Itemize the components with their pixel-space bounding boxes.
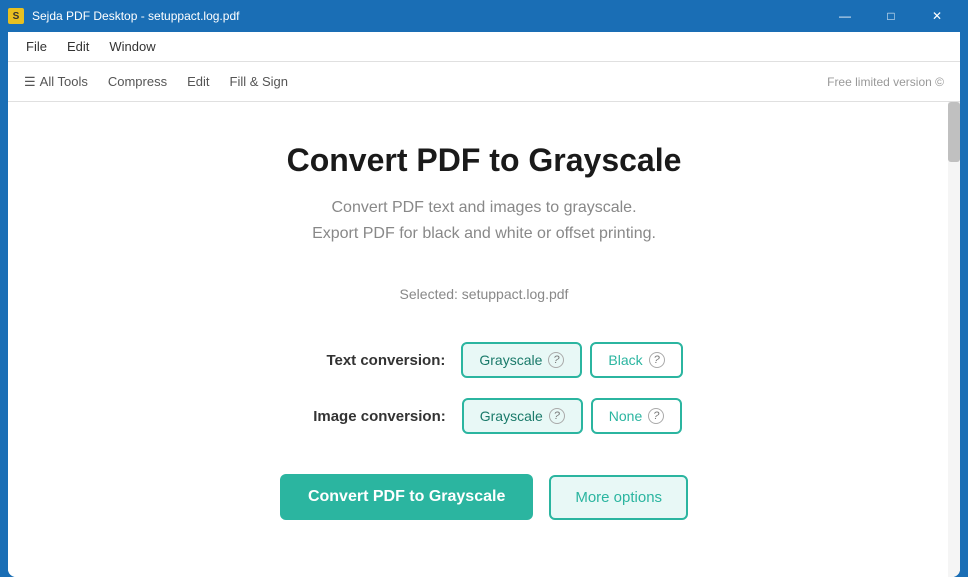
text-grayscale-option[interactable]: Grayscale ? <box>461 342 582 378</box>
maximize-button[interactable]: □ <box>868 0 914 32</box>
app-window: File Edit Window ☰ All Tools Compress Ed… <box>8 32 960 577</box>
toolbar-fill-sign[interactable]: Fill & Sign <box>230 74 289 89</box>
convert-button[interactable]: Convert PDF to Grayscale <box>280 474 533 520</box>
promo-text: Free limited version © <box>827 75 944 89</box>
subtitle-line2: Export PDF for black and white or offset… <box>312 225 656 242</box>
toolbar: ☰ All Tools Compress Edit Fill & Sign Fr… <box>8 62 960 102</box>
form-section: Text conversion: Grayscale ? Black ? Ima… <box>28 342 940 434</box>
hamburger-icon: ☰ <box>24 74 36 90</box>
text-black-help-icon[interactable]: ? <box>649 352 665 368</box>
scrollbar-track[interactable] <box>948 102 960 577</box>
image-none-help-icon[interactable]: ? <box>648 408 664 424</box>
toolbar-compress[interactable]: Compress <box>108 74 167 89</box>
image-none-option[interactable]: None ? <box>591 398 682 434</box>
scrollbar-thumb[interactable] <box>948 102 960 162</box>
image-grayscale-label: Grayscale <box>480 408 543 424</box>
title-bar-controls: — □ ✕ <box>822 0 960 32</box>
main-content: Convert PDF to Grayscale Convert PDF tex… <box>8 102 960 577</box>
action-buttons: Convert PDF to Grayscale More options <box>280 474 688 520</box>
menu-bar: File Edit Window <box>8 32 960 62</box>
image-conversion-options: Grayscale ? None ? <box>462 398 683 434</box>
app-icon: S <box>8 8 24 24</box>
toolbar-edit[interactable]: Edit <box>187 74 209 89</box>
title-bar-left: S Sejda PDF Desktop - setuppact.log.pdf <box>8 8 239 24</box>
image-none-label: None <box>609 408 642 424</box>
menu-window[interactable]: Window <box>99 35 165 58</box>
close-button[interactable]: ✕ <box>914 0 960 32</box>
menu-edit[interactable]: Edit <box>57 35 99 58</box>
text-conversion-label: Text conversion: <box>285 352 445 369</box>
toolbar-all-tools[interactable]: ☰ All Tools <box>24 74 88 90</box>
text-black-label: Black <box>608 352 642 368</box>
selected-file: Selected: setuppact.log.pdf <box>400 286 569 302</box>
text-black-option[interactable]: Black ? <box>590 342 682 378</box>
page-subtitle: Convert PDF text and images to grayscale… <box>312 195 656 246</box>
all-tools-label: All Tools <box>40 74 88 89</box>
image-grayscale-help-icon[interactable]: ? <box>549 408 565 424</box>
page-title: Convert PDF to Grayscale <box>287 142 682 179</box>
window-title: Sejda PDF Desktop - setuppact.log.pdf <box>32 9 239 23</box>
subtitle-line1: Convert PDF text and images to grayscale… <box>331 199 636 216</box>
toolbar-left: ☰ All Tools Compress Edit Fill & Sign <box>24 74 288 90</box>
more-options-button[interactable]: More options <box>549 475 688 520</box>
minimize-button[interactable]: — <box>822 0 868 32</box>
image-grayscale-option[interactable]: Grayscale ? <box>462 398 583 434</box>
menu-file[interactable]: File <box>16 35 57 58</box>
image-conversion-label: Image conversion: <box>286 408 446 425</box>
text-conversion-row: Text conversion: Grayscale ? Black ? <box>285 342 682 378</box>
image-conversion-row: Image conversion: Grayscale ? None ? <box>286 398 683 434</box>
text-grayscale-help-icon[interactable]: ? <box>548 352 564 368</box>
text-grayscale-label: Grayscale <box>479 352 542 368</box>
text-conversion-options: Grayscale ? Black ? <box>461 342 682 378</box>
title-bar: S Sejda PDF Desktop - setuppact.log.pdf … <box>0 0 968 32</box>
